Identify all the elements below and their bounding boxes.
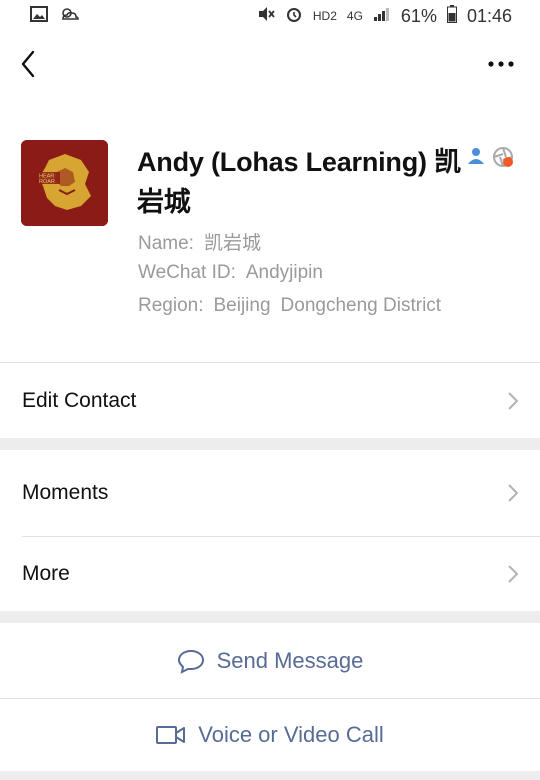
gallery-icon	[30, 5, 48, 27]
edit-contact-label: Edit Contact	[22, 388, 137, 412]
mute-icon	[257, 6, 275, 27]
status-bar: HD2 4G 61% 01:46	[0, 0, 540, 32]
region-line: Region: Beijing Dongcheng District	[138, 295, 441, 317]
wechat-id-label: WeChat ID:	[138, 262, 236, 283]
section-gap	[0, 771, 540, 780]
display-name: Andy (Lohas Learning) 凯岩城	[137, 147, 461, 217]
moments-label: Moments	[22, 481, 109, 504]
name-line: Name: 凯岩城	[138, 228, 261, 255]
chevron-right-icon	[508, 565, 518, 583]
chevron-right-icon	[508, 391, 518, 410]
avatar[interactable]: HEAR ROAR	[21, 140, 108, 226]
hd-label: HD2	[312, 9, 337, 23]
voice-video-call-label: Voice or Video Call	[198, 722, 384, 747]
lion-logo-icon: HEAR ROAR	[21, 140, 108, 226]
alarm-icon	[285, 5, 303, 28]
chat-bubble-icon	[177, 649, 204, 674]
back-button[interactable]	[14, 48, 42, 80]
region-value-district: Dongcheng District	[280, 295, 442, 316]
contact-person-icon	[468, 148, 484, 164]
signal-icon	[373, 6, 391, 27]
moments-aperture-icon	[493, 147, 513, 167]
region-label: Region:	[138, 295, 204, 316]
name-icons	[466, 146, 514, 168]
more-dots-icon	[488, 61, 514, 67]
battery-icon	[446, 4, 457, 28]
cloud-sun-icon	[58, 6, 80, 27]
network-label: 4G	[346, 9, 363, 23]
top-bar	[0, 32, 540, 96]
profile-section: HEAR ROAR Andy (Lohas Learning) 凯岩城 Name…	[0, 96, 540, 362]
region-value-city: Beijing	[213, 295, 271, 316]
section-gap	[0, 438, 540, 450]
voice-video-call-button[interactable]: Voice or Video Call	[0, 699, 540, 771]
chevron-right-icon	[508, 484, 518, 502]
send-message-button[interactable]: Send Message	[0, 623, 540, 698]
battery-percent: 61%	[400, 5, 437, 26]
send-message-label: Send Message	[216, 647, 364, 673]
moments-row[interactable]: Moments	[0, 450, 540, 536]
wechat-id-value: Andyjipin	[245, 262, 323, 283]
more-row[interactable]: More	[0, 537, 540, 611]
wechat-id-line: WeChat ID: Andyjipin	[138, 262, 323, 284]
section-gap	[0, 611, 540, 623]
video-camera-icon	[156, 726, 186, 744]
chevron-left-icon	[21, 50, 35, 78]
status-right: HD2 4G 61% 01:46	[257, 4, 512, 28]
more-label: More	[22, 562, 70, 585]
clock-time: 01:46	[466, 5, 512, 26]
more-options-button[interactable]	[484, 50, 518, 78]
name-label: Name:	[138, 233, 194, 254]
edit-contact-row[interactable]: Edit Contact	[0, 363, 540, 438]
name-value: 凯岩城	[203, 233, 261, 254]
avatar-text-2: ROAR	[39, 179, 55, 185]
status-left	[30, 5, 80, 27]
